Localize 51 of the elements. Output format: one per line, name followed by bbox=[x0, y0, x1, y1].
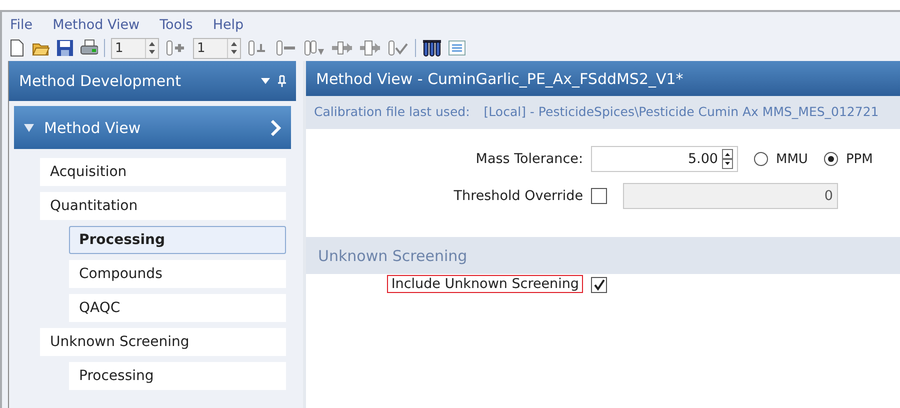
section-title: Method View bbox=[44, 118, 142, 138]
tubes-arrow-icon bbox=[303, 39, 325, 58]
tree-item[interactable]: Processing bbox=[69, 226, 286, 254]
spin-up-icon[interactable] bbox=[722, 149, 733, 160]
section-header[interactable]: Method View bbox=[14, 106, 291, 150]
spin-down-icon[interactable] bbox=[722, 159, 733, 170]
tree-item[interactable]: Unknown Screening bbox=[40, 328, 286, 356]
calibration-label: Calibration file last used: bbox=[314, 103, 470, 122]
save-icon[interactable] bbox=[56, 39, 74, 58]
tree-item[interactable]: Compounds bbox=[69, 260, 286, 288]
spin-field[interactable]: 1 bbox=[193, 38, 241, 59]
radio-button[interactable] bbox=[754, 152, 768, 166]
expanded-icon bbox=[24, 124, 34, 132]
radio-button[interactable] bbox=[824, 152, 838, 166]
tree-item[interactable]: Acquisition bbox=[40, 158, 286, 186]
tube-right-icon[interactable] bbox=[331, 39, 353, 58]
menu-item[interactable]: Tools bbox=[150, 15, 203, 36]
checkbox-label: Include Unknown Screening bbox=[387, 275, 583, 294]
field-value: 5.00 bbox=[688, 150, 718, 170]
menu-item[interactable]: File bbox=[10, 15, 43, 36]
checklist-icon[interactable] bbox=[448, 39, 466, 58]
tubes-icon[interactable] bbox=[422, 39, 442, 58]
tube-minus-icon bbox=[275, 39, 297, 58]
tube-check-icon bbox=[387, 39, 409, 58]
spin-value: 1 bbox=[196, 40, 206, 58]
panel-title: Method View - CuminGarlic_PE_Ax_FSddMS2_V1* bbox=[306, 61, 900, 96]
check-icon bbox=[593, 278, 605, 290]
field-label: Threshold Override bbox=[452, 187, 583, 206]
tube-list-icon[interactable] bbox=[359, 39, 381, 58]
chevron-right-icon[interactable] bbox=[270, 120, 281, 136]
field-label: Mass Tolerance: bbox=[474, 150, 583, 170]
new-file-icon[interactable] bbox=[8, 39, 26, 58]
mass-tolerance-field[interactable]: 5.00 bbox=[591, 146, 738, 172]
spin-value: 1 bbox=[114, 40, 124, 58]
checkbox[interactable] bbox=[591, 276, 607, 292]
menu-item[interactable]: Method View bbox=[42, 15, 150, 36]
field-value: 0 bbox=[824, 187, 833, 206]
pin-icon[interactable] bbox=[278, 75, 286, 88]
spin-field[interactable]: 1 bbox=[111, 38, 159, 59]
radio-label: PPM bbox=[846, 150, 873, 168]
tree-item[interactable]: Processing bbox=[69, 362, 286, 390]
tree-item[interactable]: Quantitation bbox=[40, 192, 286, 220]
tree-item[interactable]: QAQC bbox=[69, 294, 286, 322]
menu-item[interactable]: Help bbox=[202, 15, 254, 36]
print-icon[interactable] bbox=[80, 39, 98, 58]
calibration-path: [Local] - PesticideSpices\Pesticide Cumin Ax MMS_MES_012721 bbox=[484, 103, 879, 122]
section-title: Unknown Screening bbox=[306, 237, 900, 274]
panel-title: Method Development bbox=[19, 71, 182, 92]
radio-label: MMU bbox=[776, 150, 808, 168]
tube-plus-icon bbox=[165, 39, 187, 58]
dropdown-icon[interactable] bbox=[261, 78, 270, 84]
